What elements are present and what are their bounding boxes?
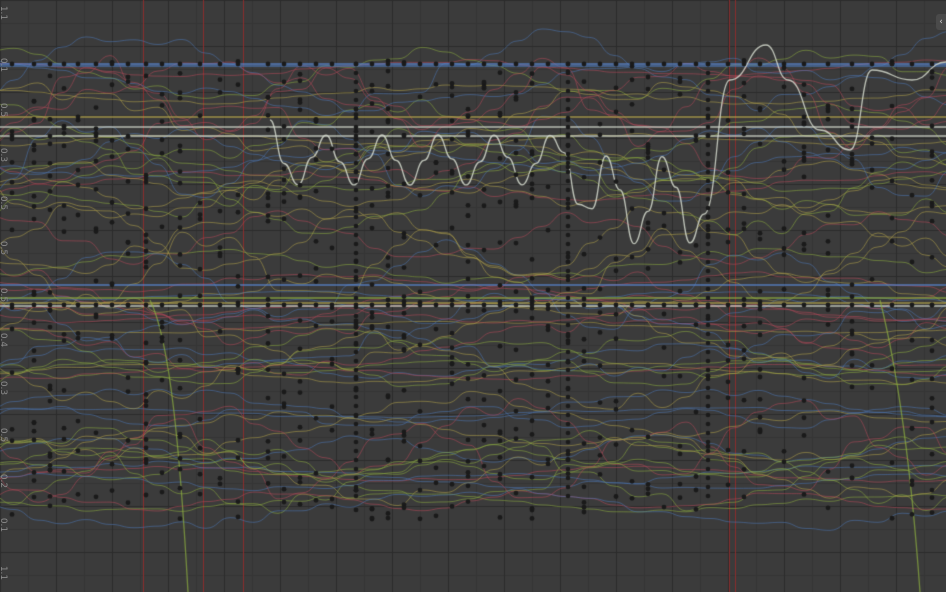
curve-plot-area[interactable]	[0, 0, 946, 592]
collapse-sidebar-button[interactable]: ‹	[936, 14, 946, 30]
graph-editor[interactable]: 1.1 0.1 0.5 0.3 0.5 0.5 0.5 0.4 0.3 0.5 0.2 0.1 1.1 …	[0, 0, 946, 592]
chevron-left-icon: ‹	[939, 17, 943, 27]
